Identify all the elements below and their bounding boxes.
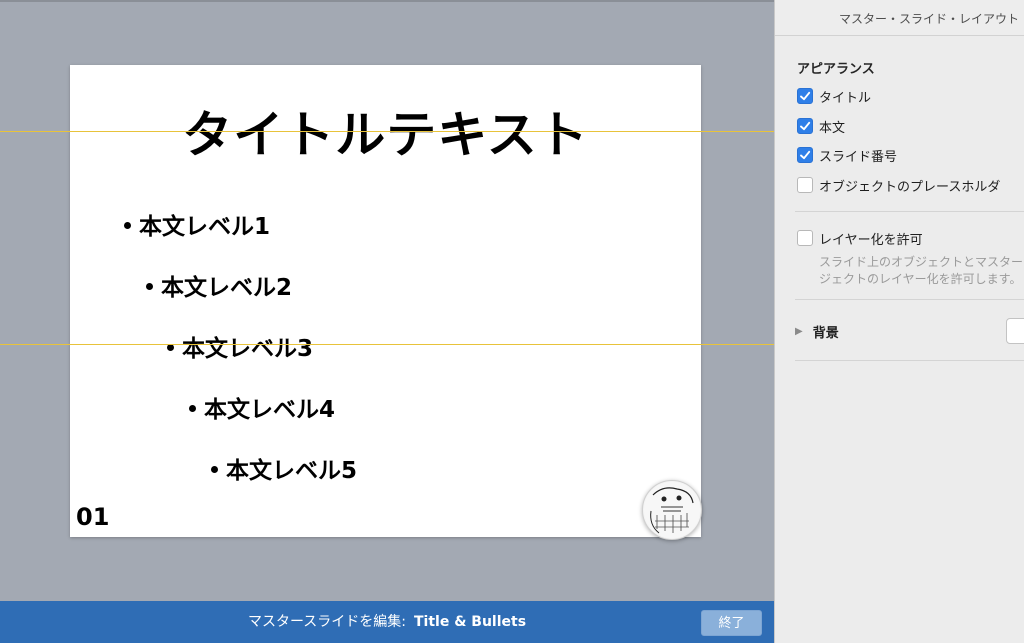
slide-canvas[interactable]: タイトルテキスト 本文レベル1 本文レベル2 本文レベル3 本文レベル4 本文レ…	[0, 0, 774, 601]
alignment-guide-bottom	[0, 344, 774, 345]
layering-description: スライド上のオブジェクトとマスター ジェクトのレイヤー化を許可します。	[819, 254, 1024, 288]
bullet-level-4[interactable]: 本文レベル4	[189, 390, 335, 424]
bullet-text: 本文レベル3	[182, 336, 314, 362]
checkmark-icon	[800, 150, 811, 160]
checkbox-row-allow-layering[interactable]: レイヤー化を許可	[797, 228, 923, 248]
alignment-guide-top	[0, 131, 774, 132]
inspector-header: マスター・スライド・レイアウト	[775, 0, 1024, 36]
background-disclosure[interactable]: ▶ 背景	[795, 322, 839, 341]
checkbox-row-title[interactable]: タイトル	[797, 86, 871, 106]
bullet-dot-icon	[189, 405, 196, 412]
bullet-text: 本文レベル1	[139, 214, 271, 240]
checkmark-icon	[800, 121, 811, 131]
bullet-level-2[interactable]: 本文レベル2	[146, 268, 292, 302]
layering-description-line: ジェクトのレイヤー化を許可します。	[819, 272, 1022, 286]
avatar[interactable]	[642, 480, 702, 540]
checkbox-title[interactable]	[797, 88, 813, 104]
checkbox-label: 本文	[819, 120, 846, 136]
bullet-dot-icon	[167, 344, 174, 351]
section-divider	[795, 299, 1024, 300]
edit-master-label: マスタースライドを編集: Title & Bullets	[0, 601, 774, 643]
bullet-text: 本文レベル5	[226, 458, 358, 484]
inspector-panel: マスター・スライド・レイアウト アピアランス タイトル 本文 スライド番号 オブ…	[774, 0, 1024, 643]
master-edit-bar: マスタースライドを編集: Title & Bullets 終了	[0, 601, 774, 643]
bullet-text: 本文レベル4	[204, 397, 336, 423]
disclosure-triangle-icon[interactable]: ▶	[795, 326, 803, 337]
background-color-well[interactable]	[1006, 318, 1024, 344]
bullet-level-5[interactable]: 本文レベル5	[211, 451, 357, 485]
bullet-dot-icon	[211, 466, 218, 473]
checkbox-row-slide-number[interactable]: スライド番号	[797, 145, 897, 165]
bullet-level-3[interactable]: 本文レベル3	[167, 329, 313, 363]
slide-number-placeholder[interactable]: 01	[76, 503, 109, 531]
bullet-dot-icon	[124, 222, 131, 229]
checkbox-slide-number[interactable]	[797, 147, 813, 163]
inspector-title: マスター・スライド・レイアウト	[839, 12, 1020, 26]
checkbox-label: レイヤー化を許可	[819, 232, 923, 248]
checkbox-label: タイトル	[819, 90, 872, 106]
layout-name: Title & Bullets	[413, 614, 527, 630]
master-slide[interactable]: タイトルテキスト 本文レベル1 本文レベル2 本文レベル3 本文レベル4 本文レ…	[70, 65, 702, 540]
bullet-text: 本文レベル2	[161, 275, 293, 301]
done-button[interactable]: 終了	[701, 610, 762, 636]
checkbox-label: スライド番号	[819, 149, 898, 165]
avatar-sketch-icon	[644, 482, 700, 538]
appearance-section-title: アピアランス	[797, 62, 875, 77]
background-label: 背景	[812, 325, 839, 341]
checkmark-icon	[800, 91, 811, 101]
checkbox-body[interactable]	[797, 118, 813, 134]
section-divider	[795, 360, 1024, 361]
bullet-dot-icon	[146, 283, 153, 290]
checkbox-allow-layering[interactable]	[797, 230, 813, 246]
checkbox-row-body[interactable]: 本文	[797, 116, 845, 136]
app-window: タイトルテキスト 本文レベル1 本文レベル2 本文レベル3 本文レベル4 本文レ…	[0, 0, 1024, 643]
section-divider	[795, 211, 1024, 212]
checkbox-row-object-placeholder[interactable]: オブジェクトのプレースホルダ	[797, 175, 1000, 195]
canvas-top-divider	[0, 0, 774, 2]
edit-master-prefix: マスタースライドを編集:	[247, 614, 406, 630]
checkbox-label: オブジェクトのプレースホルダ	[819, 179, 1001, 195]
bullet-level-1[interactable]: 本文レベル1	[124, 207, 270, 241]
checkbox-object-placeholder[interactable]	[797, 177, 813, 193]
layering-description-line: スライド上のオブジェクトとマスター	[819, 255, 1024, 269]
